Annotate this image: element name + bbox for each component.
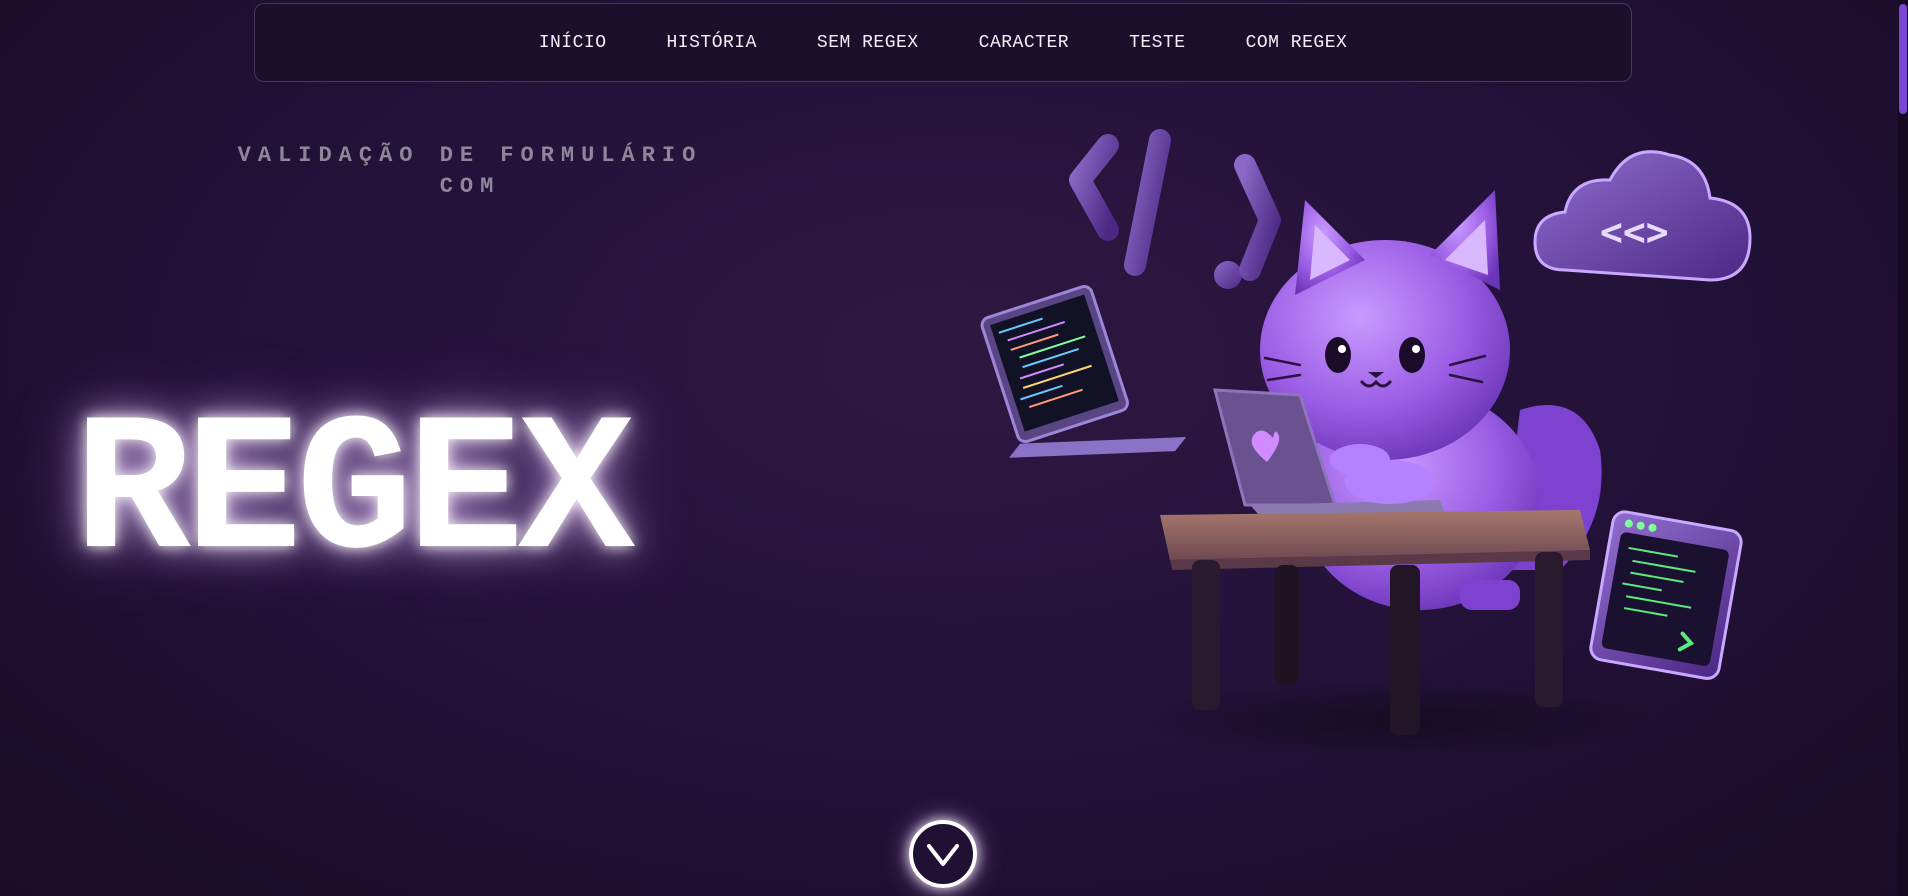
floating-laptop-icon (980, 285, 1187, 458)
terminal-window-icon (1589, 510, 1743, 680)
nav-link-historia[interactable]: HISTÓRIA (667, 33, 757, 53)
chevron-down-icon (927, 844, 959, 866)
hero-subtitle: VALIDAÇÃO DE FORMULÁRIO COM (200, 140, 740, 202)
page-scrollbar[interactable] (1898, 0, 1908, 896)
top-navbar: INÍCIO HISTÓRIA SEM REGEX CARACTER TESTE… (254, 3, 1632, 82)
nav-link-sem-regex[interactable]: SEM REGEX (817, 33, 919, 53)
nav-link-caracter[interactable]: CARACTER (979, 33, 1069, 53)
cloud-code-icon: <<> (1533, 150, 1752, 282)
nav-link-com-regex[interactable]: COM REGEX (1246, 33, 1348, 53)
hero-title: REGEX (74, 384, 635, 605)
hero-subtitle-line1: VALIDAÇÃO DE FORMULÁRIO (237, 143, 703, 168)
cat-at-laptop-illustration: <<> (980, 129, 1752, 760)
scroll-down-button[interactable] (909, 820, 977, 888)
code-symbol-icon (1069, 129, 1281, 289)
hero-subtitle-line2: COM (439, 174, 501, 199)
svg-text:<<>: <<> (1600, 210, 1669, 254)
nav-link-inicio[interactable]: INÍCIO (539, 33, 607, 53)
scrollbar-thumb[interactable] (1899, 4, 1907, 114)
nav-link-teste[interactable]: TESTE (1129, 33, 1186, 53)
